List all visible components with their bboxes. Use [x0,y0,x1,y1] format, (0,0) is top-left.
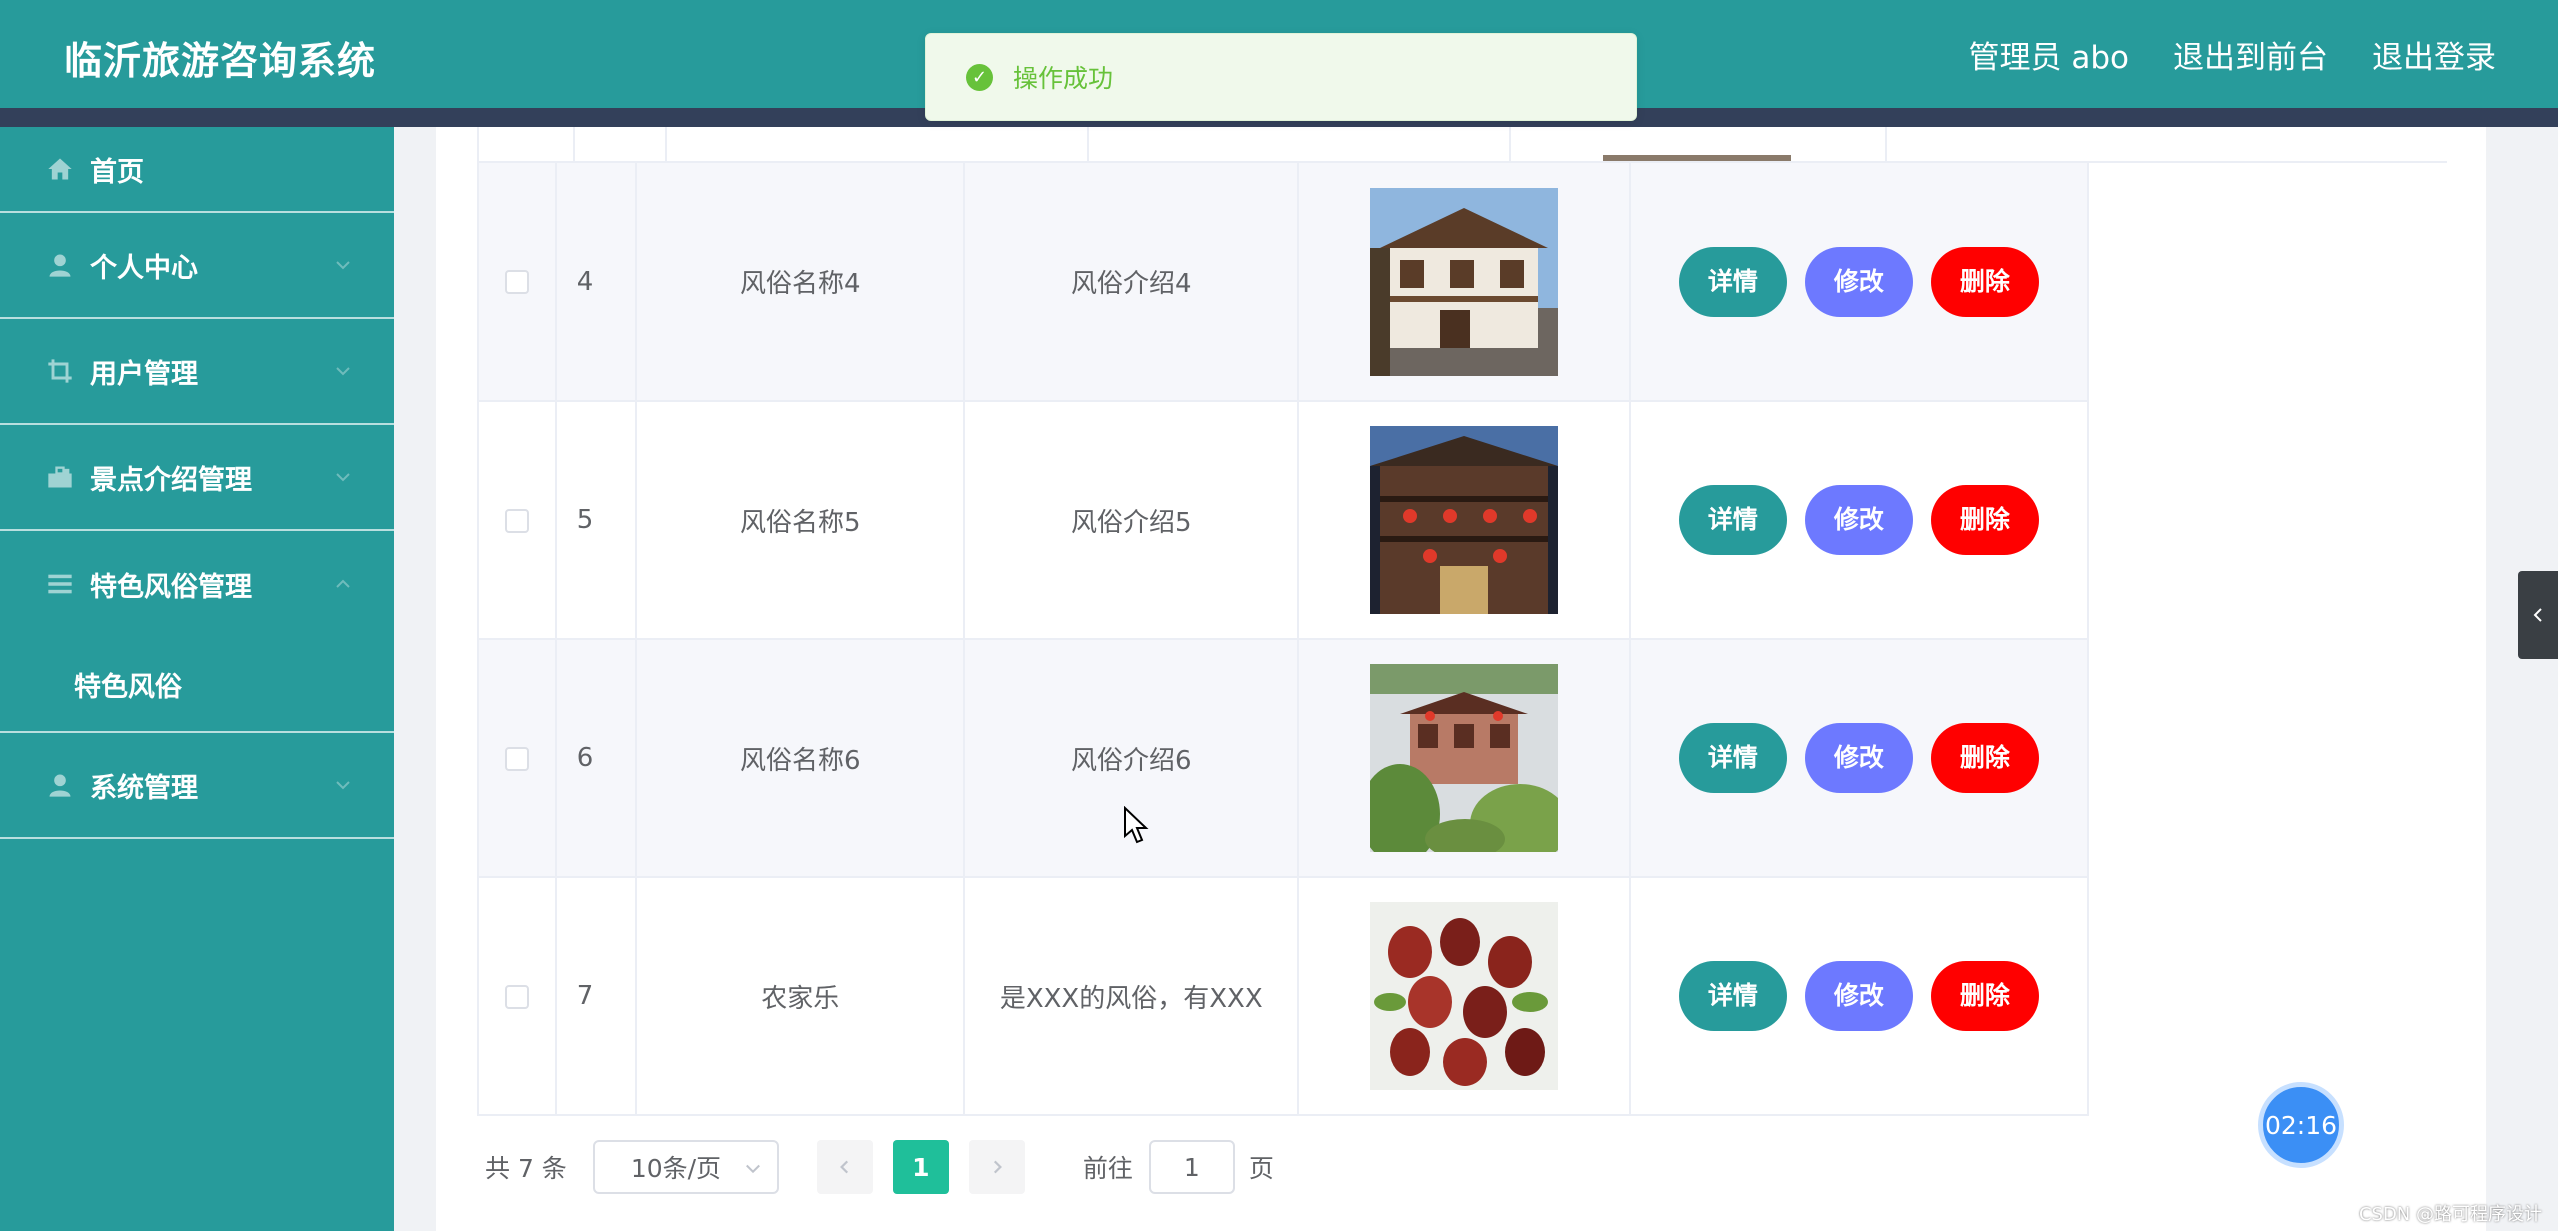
sidebar-item-label: 景点介绍管理 [90,464,252,496]
row-checkbox[interactable] [504,984,529,1009]
side-collapse-tab[interactable] [2518,571,2558,659]
page-size-select[interactable]: 10条/页 [592,1140,779,1194]
delete-button[interactable]: 删除 [1930,723,2039,793]
row-thumbnail [1370,664,1559,852]
logout-link[interactable]: 退出登录 [2372,32,2496,77]
briefcase-icon [44,461,76,493]
sidebar-item-label: 用户管理 [90,358,198,390]
row-checkbox[interactable] [504,508,529,533]
detail-button[interactable]: 详情 [1678,961,1787,1031]
table-row: 5 风俗名称5 风俗介绍5 详情 修改 删除 [477,401,2090,640]
row-index: 5 [555,401,638,640]
row-name: 农家乐 [636,877,966,1116]
row-name: 风俗名称6 [636,639,966,878]
detail-button[interactable]: 详情 [1678,723,1787,793]
header-links: 管理员 abo 退出到前台 退出登录 [1969,32,2497,77]
row-thumbnail [1370,426,1559,614]
row-index: 4 [555,163,638,402]
row-index: 7 [555,877,638,1116]
row-name: 风俗名称5 [636,401,966,640]
chevron-down-icon [335,257,351,273]
user-icon [44,249,76,281]
row-checkbox[interactable] [504,746,529,771]
table-row-partial [477,127,2447,163]
sidebar-subitem-label: 特色风俗 [74,671,182,703]
next-page-button[interactable] [968,1140,1025,1194]
app-title: 临沂旅游咨询系统 [64,39,377,83]
delete-button[interactable]: 删除 [1930,961,2039,1031]
crop-icon [44,355,76,387]
toast-text: 操作成功 [1013,64,1114,93]
row-index: 6 [555,639,638,878]
goto-suffix: 页 [1248,1154,1274,1183]
edit-button[interactable]: 修改 [1804,485,1913,555]
sidebar: 首页 个人中心 用户管理 景点介绍管理 特色风俗管理 特色风俗 系统管理 [0,127,394,1231]
chevron-down-icon [335,469,351,485]
sidebar-item-users[interactable]: 用户管理 [0,319,394,425]
mouse-cursor-icon [1124,806,1149,844]
chevron-left-icon [2533,608,2542,622]
sidebar-subitem-customs[interactable]: 特色风俗 [0,637,394,733]
table-row: 4 风俗名称4 风俗介绍4 详情 修改 删除 [477,163,2090,402]
row-thumbnail [1370,187,1559,376]
chevron-down-icon [335,777,351,793]
sidebar-item-system[interactable]: 系统管理 [0,733,394,839]
delete-button[interactable]: 删除 [1930,485,2039,555]
chevron-right-icon [993,1160,1002,1174]
chevron-down-icon [745,1164,760,1174]
chevron-up-icon [335,576,351,592]
page-size-value: 10条/页 [630,1154,722,1183]
detail-button[interactable]: 详情 [1678,246,1787,317]
chevron-left-icon [839,1160,848,1174]
edit-button[interactable]: 修改 [1804,723,1913,793]
pagination: 共 7 条 10条/页 1 前往 页 [485,1140,1274,1194]
edit-button[interactable]: 修改 [1804,246,1913,317]
sidebar-item-label: 个人中心 [90,252,198,284]
sidebar-item-home[interactable]: 首页 [0,127,394,213]
row-name: 风俗名称4 [636,163,966,402]
table-row: 6 风俗名称6 风俗介绍6 详情 修改 删除 [477,639,2090,878]
delete-button[interactable]: 删除 [1930,246,2039,317]
watermark: CSDN @路可程序设计 [2358,1204,2542,1225]
edit-button[interactable]: 修改 [1804,961,1913,1031]
page-number-button[interactable]: 1 [892,1140,949,1194]
sidebar-item-label: 特色风俗管理 [90,571,252,603]
row-thumbnail [1370,902,1559,1090]
home-icon [44,153,76,185]
timer-badge[interactable]: 02:16 [2258,1082,2344,1168]
table-row: 7 农家乐 是XXX的风俗，有XXX 详情 修改 删除 [477,877,2090,1116]
sidebar-item-attractions[interactable]: 景点介绍管理 [0,425,394,531]
chevron-down-icon [335,363,351,379]
customs-table: 4 风俗名称4 风俗介绍4 详情 修改 删除 5 风俗名称5 风俗介绍5 详情 … [477,163,2090,1116]
pager-total: 共 7 条 [485,1154,567,1183]
row-desc: 风俗介绍5 [964,401,1300,640]
sidebar-item-label: 系统管理 [90,772,198,804]
success-toast: ✓ 操作成功 [925,33,1637,121]
check-circle-icon: ✓ [966,63,993,91]
row-desc: 风俗介绍4 [964,163,1300,402]
sidebar-item-customs[interactable]: 特色风俗管理 [0,531,394,637]
prev-page-button[interactable] [816,1140,873,1194]
user-icon [44,769,76,801]
detail-button[interactable]: 详情 [1678,485,1787,555]
sidebar-item-label: 首页 [90,156,144,188]
back-to-front-link[interactable]: 退出到前台 [2173,32,2328,77]
admin-label: 管理员 abo [1968,40,2130,76]
sidebar-item-personal[interactable]: 个人中心 [0,213,394,319]
goto-page-input[interactable] [1148,1140,1235,1194]
row-desc: 是XXX的风俗，有XXX [964,877,1300,1116]
row-checkbox[interactable] [504,270,529,294]
goto-label: 前往 [1082,1154,1133,1183]
list-icon [44,568,76,600]
